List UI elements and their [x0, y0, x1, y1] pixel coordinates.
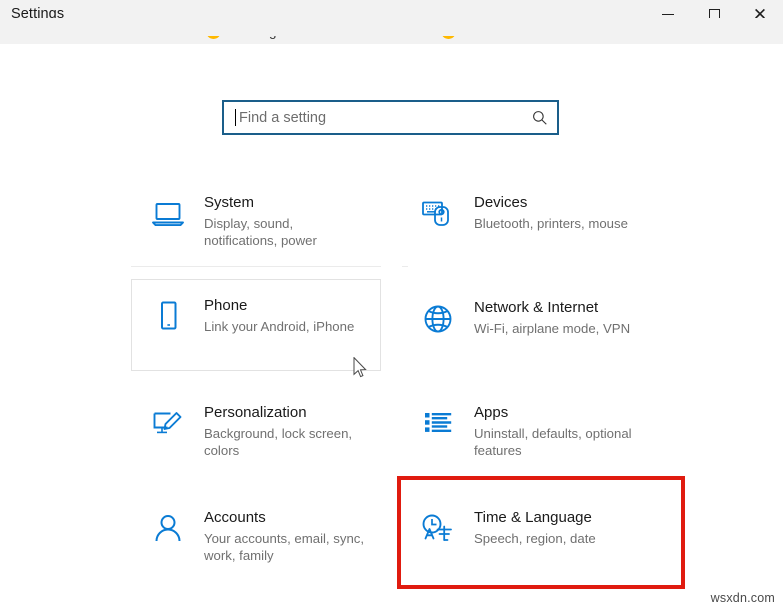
paintbrush-monitor-icon	[146, 402, 190, 446]
mouse-cursor	[353, 357, 367, 378]
tile-separator	[131, 266, 381, 267]
tile-accounts[interactable]: Accounts Your accounts, email, sync, wor…	[131, 491, 381, 579]
app-list-icon	[416, 402, 460, 446]
tile-title: Accounts	[204, 509, 266, 526]
search-placeholder: Find a setting	[239, 109, 327, 126]
tile-separator	[402, 266, 408, 267]
tile-text: Network & Internet Wi-Fi, airplane mode,…	[474, 296, 630, 337]
tile-desc: Background, lock screen, colors	[204, 426, 353, 458]
tile-text: Personalization Background, lock screen,…	[204, 401, 370, 459]
tile-title: Phone	[204, 297, 248, 314]
watermark: wsxdn.com	[710, 591, 775, 605]
phone-icon	[146, 295, 190, 339]
clock-language-icon	[416, 507, 460, 551]
tile-row: Accounts Your accounts, email, sync, wor…	[131, 491, 687, 596]
tile-title: Network & Internet	[474, 299, 599, 316]
tile-desc: Uninstall, defaults, optional features	[474, 426, 632, 458]
tile-text: Devices Bluetooth, printers, mouse	[474, 191, 628, 232]
tile-desc: Your accounts, email, sync, work, family	[204, 531, 365, 563]
laptop-icon	[146, 192, 190, 236]
tile-system[interactable]: System Display, sound, notifications, po…	[131, 176, 381, 264]
tile-text: Apps Uninstall, defaults, optional featu…	[474, 401, 640, 459]
tile-title: System	[204, 194, 255, 211]
tile-title: Personalization	[204, 404, 307, 421]
strip-clip-mask	[0, 18, 783, 36]
tile-row: Phone Link your Android, iPhone Network …	[131, 279, 687, 386]
tile-title: Devices	[474, 194, 528, 211]
text-caret	[235, 109, 236, 126]
tile-title: Time & Language	[474, 509, 592, 526]
tile-title: Apps	[474, 404, 509, 421]
search-input[interactable]: Find a setting	[222, 100, 559, 135]
tile-time-language[interactable]: Time & Language Speech, region, date	[401, 491, 651, 579]
tile-personalization[interactable]: Personalization Background, lock screen,…	[131, 386, 381, 474]
minimize-icon	[662, 13, 674, 15]
globe-icon	[416, 297, 460, 341]
tile-desc: Link your Android, iPhone	[204, 319, 355, 334]
tile-text: System Display, sound, notifications, po…	[204, 191, 370, 249]
keyboard-mouse-icon	[416, 192, 460, 236]
tile-devices[interactable]: Devices Bluetooth, printers, mouse	[401, 176, 651, 264]
tile-desc: Display, sound, notifications, power	[204, 216, 317, 248]
account-strip: Sign in Attention needed	[0, 18, 783, 44]
search-container: Find a setting	[222, 100, 559, 135]
person-icon	[146, 507, 190, 551]
settings-categories-grid: System Display, sound, notifications, po…	[131, 176, 687, 596]
tile-desc: Bluetooth, printers, mouse	[474, 216, 628, 231]
tile-desc: Wi-Fi, airplane mode, VPN	[474, 321, 631, 336]
tile-text: Time & Language Speech, region, date	[474, 506, 596, 547]
tile-row: Personalization Background, lock screen,…	[131, 386, 687, 491]
tile-desc: Speech, region, date	[474, 531, 596, 546]
settings-home: Find a setting System Display, sound, no	[0, 44, 783, 608]
tile-network-internet[interactable]: Network & Internet Wi-Fi, airplane mode,…	[401, 281, 651, 369]
tile-text: Accounts Your accounts, email, sync, wor…	[204, 506, 370, 564]
search-icon[interactable]	[531, 109, 549, 127]
tile-apps[interactable]: Apps Uninstall, defaults, optional featu…	[401, 386, 651, 474]
tile-phone[interactable]: Phone Link your Android, iPhone	[131, 279, 381, 371]
tile-text: Phone Link your Android, iPhone	[204, 294, 354, 335]
